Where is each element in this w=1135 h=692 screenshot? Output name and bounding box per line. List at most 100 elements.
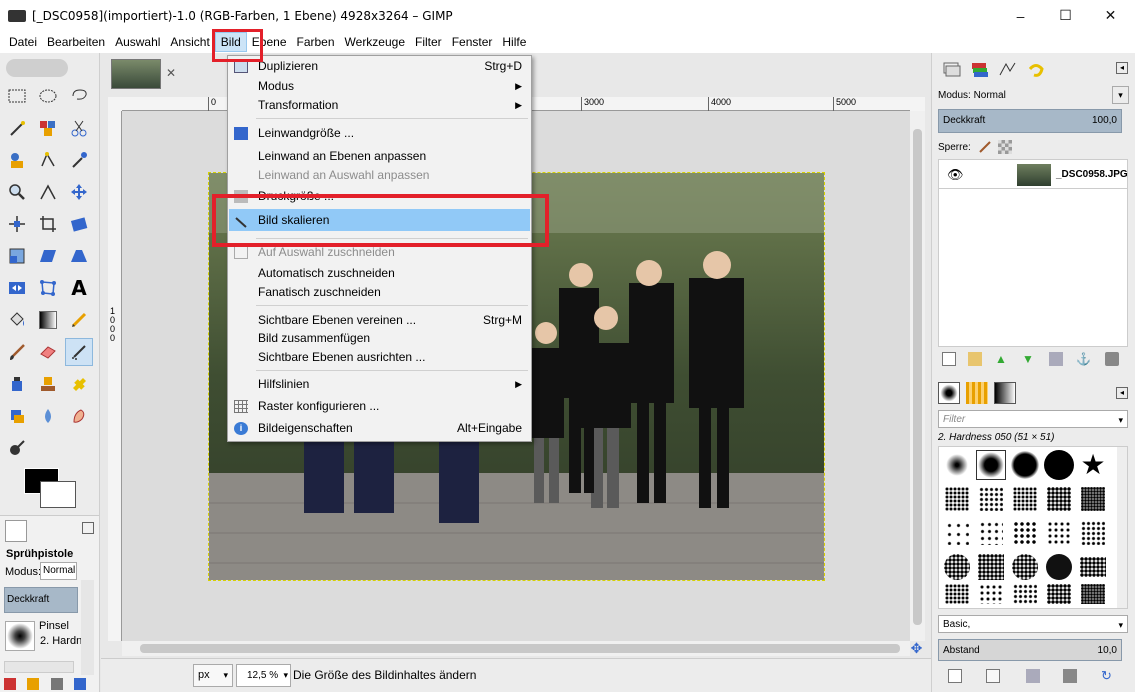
menu-auswahl[interactable]: Auswahl <box>110 32 165 52</box>
brush-preset-combo[interactable]: Basic, ▾ <box>938 615 1128 633</box>
brush-item[interactable] <box>942 518 972 548</box>
background-color[interactable] <box>40 481 76 508</box>
brush-item[interactable] <box>1010 552 1040 582</box>
brush-item[interactable] <box>1010 484 1040 514</box>
cage-transform-icon[interactable] <box>34 274 62 302</box>
eraser-icon[interactable] <box>34 338 62 366</box>
brush-item[interactable] <box>976 552 1006 582</box>
edit-brush-icon[interactable] <box>948 669 962 683</box>
new-layer-group-icon[interactable] <box>968 352 982 366</box>
navigate-icon[interactable]: ✥ <box>908 641 925 656</box>
image-tab-thumbnail[interactable] <box>111 59 161 89</box>
brush-value[interactable]: 2. Hardn <box>40 635 82 647</box>
layer-list[interactable] <box>938 189 1128 347</box>
heal-icon[interactable] <box>65 370 93 398</box>
brush-item[interactable] <box>1010 518 1040 548</box>
unit-combo[interactable]: px ▾ <box>193 664 233 687</box>
horizontal-scrollbar[interactable] <box>122 641 910 656</box>
delete-layer-icon[interactable] <box>1105 352 1119 366</box>
maximize-button[interactable]: ☐ <box>1043 0 1088 31</box>
zoom-icon[interactable] <box>3 178 31 206</box>
measure-icon[interactable] <box>34 178 62 206</box>
select-by-color-icon[interactable] <box>34 114 62 142</box>
bucket-fill-icon[interactable] <box>3 306 31 334</box>
channels-tab-icon[interactable] <box>966 57 994 83</box>
menu-datei[interactable]: Datei <box>4 32 42 52</box>
scissors-icon[interactable] <box>65 114 93 142</box>
brush-filter-input[interactable]: Filter ▾ <box>938 410 1128 428</box>
brush-item[interactable] <box>942 552 972 582</box>
menu-werkzeuge[interactable]: Werkzeuge <box>340 32 410 52</box>
flip-icon[interactable] <box>3 274 31 302</box>
perspective-clone-icon[interactable] <box>3 402 31 430</box>
fuzzy-select-icon[interactable] <box>3 114 31 142</box>
menu-item-modus[interactable]: Modus ▶ <box>229 77 530 96</box>
brush-item[interactable] <box>1078 518 1108 548</box>
move-icon[interactable] <box>65 178 93 206</box>
brush-item[interactable] <box>976 518 1006 548</box>
duplicate-layer-icon[interactable] <box>1049 352 1063 366</box>
brush-item[interactable] <box>1078 579 1108 609</box>
shear-icon[interactable] <box>34 242 62 270</box>
menu-item-hilfslinien[interactable]: Hilfslinien ▶ <box>229 375 530 394</box>
brush-item[interactable] <box>1044 484 1074 514</box>
chevron-down-icon[interactable]: ▾ <box>1112 86 1129 104</box>
crop-icon[interactable] <box>34 210 62 238</box>
brush-item[interactable] <box>976 579 1006 609</box>
brush-item[interactable] <box>942 579 972 609</box>
brush-item[interactable] <box>1078 552 1108 582</box>
airbrush-icon[interactable] <box>65 338 93 366</box>
brush-item[interactable] <box>1044 518 1074 548</box>
ellipse-select-icon[interactable] <box>34 82 62 110</box>
close-button[interactable]: ✕ <box>1088 0 1133 31</box>
dodge-burn-icon[interactable] <box>3 434 31 462</box>
opacity-slider[interactable]: Deckkraft <box>4 587 78 613</box>
airbrush-tab-icon[interactable] <box>5 520 27 542</box>
anchor-layer-icon[interactable]: ⚓ <box>1076 352 1091 366</box>
tool-options-vscroll[interactable] <box>81 580 94 675</box>
brush-item[interactable] <box>942 484 972 514</box>
lasso-icon[interactable] <box>65 82 93 110</box>
brush-item[interactable] <box>942 450 972 480</box>
raise-layer-icon[interactable]: ▲ <box>995 352 1009 366</box>
mode-combo[interactable]: Normal <box>40 562 77 580</box>
undo-history-tab-icon[interactable] <box>1022 57 1050 83</box>
text-icon[interactable]: A <box>65 274 93 302</box>
menu-item-duplizieren[interactable]: Duplizieren Strg+D <box>229 57 530 76</box>
menu-item-bild-zusammenfuegen[interactable]: Bild zusammenfügen <box>229 329 530 348</box>
align-icon[interactable] <box>3 210 31 238</box>
menu-item-leinwand-an-ebenen[interactable]: Leinwand an Ebenen anpassen <box>229 147 530 166</box>
minimize-button[interactable]: – <box>998 0 1043 31</box>
menu-fenster[interactable]: Fenster <box>447 32 498 52</box>
scale-icon[interactable] <box>3 242 31 270</box>
gradient-icon[interactable] <box>34 306 62 334</box>
lock-alpha-icon[interactable] <box>998 140 1012 154</box>
brush-item[interactable]: ★ <box>1078 450 1108 480</box>
zoom-combo[interactable]: 12,5 % ▾ <box>236 664 291 687</box>
paths-icon[interactable] <box>34 146 62 174</box>
patterns-tab-icon[interactable] <box>966 382 988 404</box>
dock-menu-icon[interactable]: ◂ <box>1116 387 1128 399</box>
navigate-corner[interactable] <box>910 97 925 111</box>
paths-tab-icon[interactable] <box>994 57 1022 83</box>
new-brush-icon[interactable] <box>986 669 1000 683</box>
menu-filter[interactable]: Filter <box>410 32 447 52</box>
unified-transform-icon[interactable] <box>65 210 93 238</box>
tool-options-hscroll[interactable] <box>4 661 74 673</box>
brush-item[interactable] <box>1010 450 1040 480</box>
lock-pixels-icon[interactable] <box>978 140 992 154</box>
layer-row[interactable]: 👁 _DSC0958.JPG <box>938 159 1128 189</box>
ink-icon[interactable] <box>3 370 31 398</box>
blur-icon[interactable] <box>34 402 62 430</box>
pencil-icon[interactable] <box>65 306 93 334</box>
brush-grid-scrollbar[interactable] <box>1117 447 1127 608</box>
brush-preview[interactable] <box>5 621 35 651</box>
menu-item-bildeigenschaften[interactable]: i Bildeigenschaften Alt+Eingabe <box>229 419 530 438</box>
lower-layer-icon[interactable]: ▼ <box>1022 352 1036 366</box>
spacing-slider[interactable]: Abstand 10,0 <box>938 639 1122 661</box>
layers-tab-icon[interactable] <box>938 57 966 83</box>
perspective-icon[interactable] <box>65 242 93 270</box>
vertical-scrollbar[interactable] <box>910 111 925 641</box>
menu-item-fanatisch-zuschneiden[interactable]: Fanatisch zuschneiden <box>229 283 530 302</box>
rect-select-icon[interactable] <box>3 82 31 110</box>
